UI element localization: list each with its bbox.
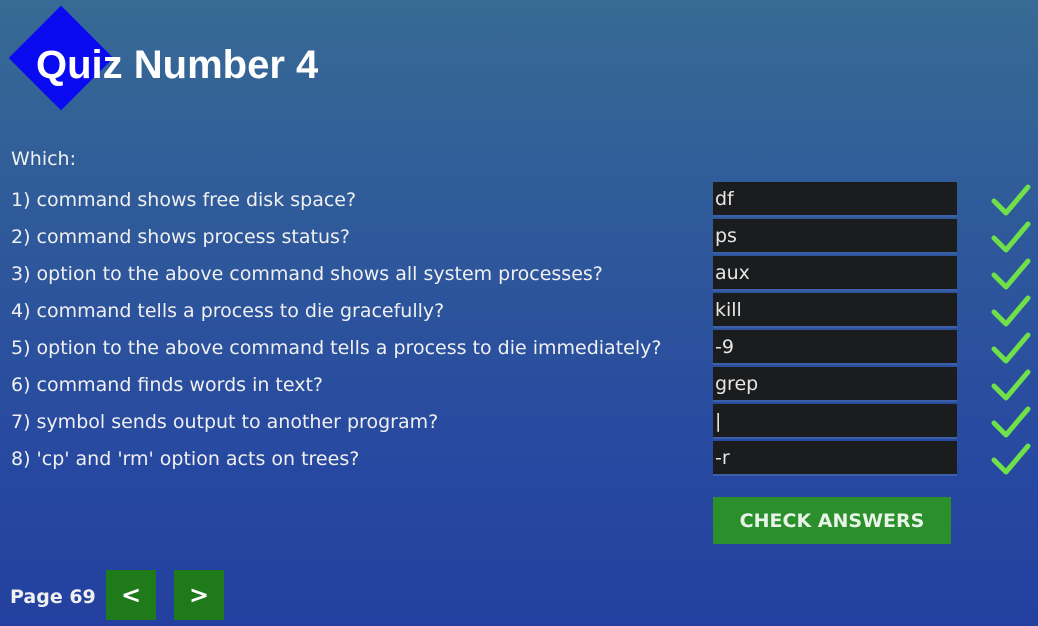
page-number-label: Page 69 — [10, 586, 96, 608]
correct-check-icon — [991, 221, 1031, 253]
page-title: Quiz Number 4 — [36, 43, 319, 87]
answer-field[interactable] — [713, 219, 957, 254]
correct-check-icon — [991, 332, 1031, 364]
question-text: 6) command finds words in text? — [11, 374, 324, 396]
answer-field[interactable] — [713, 367, 957, 402]
question-row: 1) command shows free disk space? — [0, 182, 1038, 219]
question-text: 2) command shows process status? — [11, 226, 350, 248]
question-text: 1) command shows free disk space? — [11, 189, 357, 211]
answer-field[interactable] — [713, 404, 957, 439]
next-page-button[interactable]: > — [174, 570, 224, 620]
question-row: 4) command tells a process to die gracef… — [0, 293, 1038, 330]
answer-field[interactable] — [713, 256, 957, 291]
correct-check-icon — [991, 295, 1031, 327]
answer-field[interactable] — [713, 441, 957, 476]
correct-check-icon — [991, 369, 1031, 401]
check-answers-button[interactable]: CHECK ANSWERS — [713, 497, 951, 544]
answer-field[interactable] — [713, 330, 957, 365]
question-row: 2) command shows process status? — [0, 219, 1038, 256]
question-row: 5) option to the above command tells a p… — [0, 330, 1038, 367]
correct-check-icon — [991, 406, 1031, 438]
question-text: 7) symbol sends output to another progra… — [11, 411, 439, 433]
question-text: 8) 'cp' and 'rm' option acts on trees? — [11, 448, 360, 470]
question-text: 3) option to the above command shows all… — [11, 263, 603, 285]
question-row: 8) 'cp' and 'rm' option acts on trees? — [0, 441, 1038, 478]
question-row: 3) option to the above command shows all… — [0, 256, 1038, 293]
quiz-intro: Which: — [11, 148, 76, 170]
correct-check-icon — [991, 258, 1031, 290]
prev-page-button[interactable]: < — [106, 570, 156, 620]
correct-check-icon — [991, 184, 1031, 216]
answer-field[interactable] — [713, 293, 957, 328]
answer-field[interactable] — [713, 182, 957, 217]
correct-check-icon — [991, 443, 1031, 475]
question-text: 5) option to the above command tells a p… — [11, 337, 662, 359]
question-row: 6) command finds words in text? — [0, 367, 1038, 404]
question-row: 7) symbol sends output to another progra… — [0, 404, 1038, 441]
question-text: 4) command tells a process to die gracef… — [11, 300, 445, 322]
